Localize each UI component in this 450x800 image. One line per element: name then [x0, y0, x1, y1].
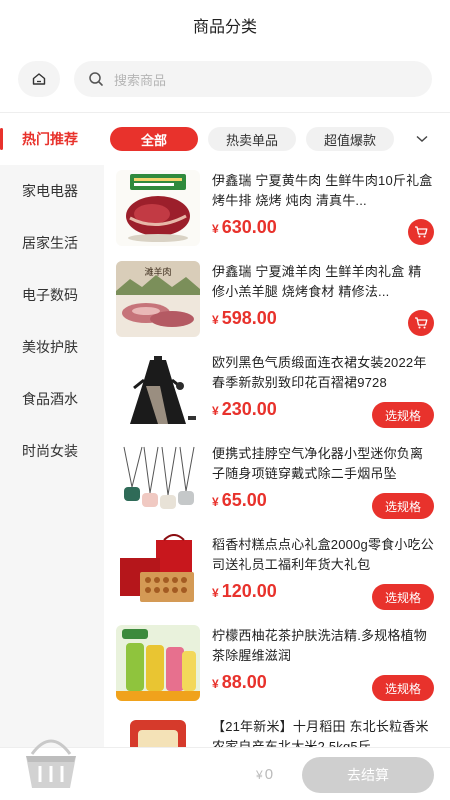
chip-all[interactable]: 全部 [110, 127, 198, 151]
list-item[interactable]: 欧列黑色气质缎面连衣裙女装2022年春季新款别致印花百褶裙9728 ¥230.0… [104, 347, 450, 438]
sidebar-item-hot[interactable]: 热门推荐 [0, 113, 104, 165]
page-title: 商品分类 [192, 19, 257, 36]
list-item[interactable]: 【21年新米】十月稻田 东北长粒香米农家自产东北大米2.5kg5斤 [104, 711, 450, 747]
price-value: 65.00 [221, 490, 267, 510]
search-placeholder: 搜索商品 [114, 72, 167, 88]
home-button[interactable] [18, 61, 60, 97]
product-name: 伊鑫瑞 宁夏黄牛肉 生鲜牛肉10斤礼盒 烤牛排 烧烤 炖肉 清真牛... [212, 173, 433, 208]
filter-chips: 全部 热卖单品 超值爆款 [104, 113, 450, 165]
currency-symbol: ¥ [212, 222, 219, 236]
select-spec-button[interactable]: 选规格 [372, 402, 434, 428]
product-price: ¥630.00 [212, 217, 277, 238]
sidebar-item-label: 电子数码 [22, 287, 78, 303]
sidebar-item-beauty[interactable]: 美妆护肤 [0, 321, 104, 373]
list-item[interactable]: 滩羊肉 伊鑫瑞 宁夏滩羊肉 生鲜羊肉礼盒 精修小羔羊腿 烧烤食材 精修法... … [104, 256, 450, 347]
product-name: 柠檬西柚花茶护肤洗洁精.多规格植物茶除腥维滋润 [212, 628, 428, 663]
select-spec-button[interactable]: 选规格 [372, 493, 434, 519]
product-price: ¥598.00 [212, 308, 277, 329]
product-image [116, 716, 200, 747]
chip-hot-items[interactable]: 热卖单品 [208, 127, 296, 151]
product-price: ¥230.00 [212, 399, 277, 420]
sidebar-item-label: 美妆护肤 [22, 339, 78, 355]
cart-total: ¥0 [256, 766, 273, 783]
search-row: 搜索商品 [0, 50, 450, 112]
product-name: 稻香村糕点点心礼盒2000g零食小吃公司送礼员工福利年货大礼包 [212, 537, 434, 572]
sidebar-item-home-living[interactable]: 居家生活 [0, 217, 104, 269]
product-image: 滩羊肉 [116, 261, 200, 337]
total-value: 0 [264, 766, 274, 783]
cart-icon [415, 317, 428, 329]
product-image [116, 534, 200, 610]
sidebar-item-label: 家电电器 [22, 183, 78, 199]
search-input[interactable]: 搜索商品 [74, 61, 432, 97]
checkout-bar: ¥0 去结算 [0, 739, 450, 800]
expand-chips-button[interactable] [414, 129, 430, 149]
product-name: 便携式挂脖空气净化器小型迷你负离子随身项链穿戴式除二手烟吊坠 [212, 446, 424, 481]
price-value: 120.00 [221, 581, 277, 601]
chevron-down-icon [416, 135, 428, 142]
select-spec-button[interactable]: 选规格 [372, 584, 434, 610]
checkout-button[interactable]: 去结算 [302, 757, 434, 793]
add-to-cart-button[interactable] [408, 310, 434, 336]
currency-symbol: ¥ [256, 768, 263, 782]
product-name: 【21年新米】十月稻田 东北长粒香米农家自产东北大米2.5kg5斤 [212, 719, 429, 747]
list-item[interactable]: 伊鑫瑞 宁夏黄牛肉 生鲜牛肉10斤礼盒 烤牛排 烧烤 炖肉 清真牛... ¥63… [104, 165, 450, 256]
product-list: 伊鑫瑞 宁夏黄牛肉 生鲜牛肉10斤礼盒 烤牛排 烧烤 炖肉 清真牛... ¥63… [104, 165, 450, 747]
list-item[interactable]: 便携式挂脖空气净化器小型迷你负离子随身项链穿戴式除二手烟吊坠 ¥65.00 选规… [104, 438, 450, 529]
currency-symbol: ¥ [212, 495, 219, 509]
currency-symbol: ¥ [212, 677, 219, 691]
product-price: ¥120.00 [212, 581, 277, 602]
select-spec-button[interactable]: 选规格 [372, 675, 434, 701]
sidebar-item-womens-fashion[interactable]: 时尚女装 [0, 425, 104, 477]
cart-icon [415, 226, 428, 238]
list-item[interactable]: 稻香村糕点点心礼盒2000g零食小吃公司送礼员工福利年货大礼包 ¥120.00 … [104, 529, 450, 620]
thumb-label: 滩羊肉 [144, 266, 171, 278]
product-name: 伊鑫瑞 宁夏滩羊肉 生鲜羊肉礼盒 精修小羔羊腿 烧烤食材 精修法... [212, 264, 422, 299]
currency-symbol: ¥ [212, 313, 219, 327]
search-icon [89, 72, 103, 86]
product-price: ¥88.00 [212, 672, 267, 693]
sidebar-item-label: 时尚女装 [22, 443, 78, 459]
product-price: ¥65.00 [212, 490, 267, 511]
product-name: 欧列黑色气质缎面连衣裙女装2022年春季新款别致印花百褶裙9728 [212, 355, 427, 390]
sidebar-item-label: 热门推荐 [22, 131, 78, 147]
product-image [116, 170, 200, 246]
price-value: 598.00 [221, 308, 277, 328]
sidebar-item-food-drinks[interactable]: 食品酒水 [0, 373, 104, 425]
sidebar-item-label: 居家生活 [22, 235, 78, 251]
chip-value-deals[interactable]: 超值爆款 [306, 127, 394, 151]
sidebar-item-electronics[interactable]: 电子数码 [0, 269, 104, 321]
list-item[interactable]: 柠檬西柚花茶护肤洗洁精.多规格植物茶除腥维滋润 ¥88.00 选规格 [104, 620, 450, 711]
price-value: 630.00 [221, 217, 277, 237]
sidebar-item-label: 食品酒水 [22, 391, 78, 407]
home-icon [32, 73, 46, 85]
currency-symbol: ¥ [212, 404, 219, 418]
product-image [116, 443, 200, 519]
cart-basket-button[interactable] [22, 734, 80, 794]
product-image [116, 352, 200, 428]
sidebar-item-appliances[interactable]: 家电电器 [0, 165, 104, 217]
app-header: 商品分类 [0, 0, 450, 50]
currency-symbol: ¥ [212, 586, 219, 600]
add-to-cart-button[interactable] [408, 219, 434, 245]
price-value: 230.00 [221, 399, 277, 419]
price-value: 88.00 [221, 672, 267, 692]
category-sidebar: 热门推荐 家电电器 居家生活 电子数码 美妆护肤 食品酒水 时尚女装 [0, 113, 104, 747]
product-image [116, 625, 200, 701]
basket-icon [26, 739, 76, 788]
